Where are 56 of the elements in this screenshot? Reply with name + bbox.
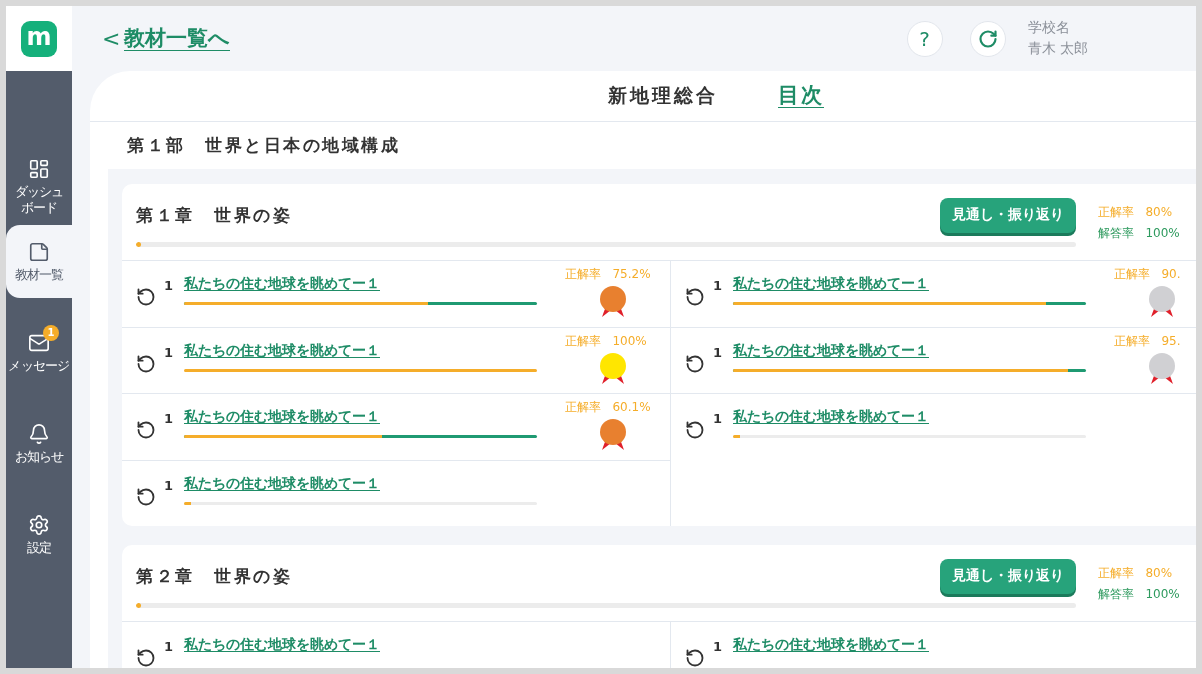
lesson-link[interactable]: 私たちの住む地球を眺めてー１	[184, 636, 380, 654]
lesson-link[interactable]: 私たちの住む地球を眺めてー１	[733, 275, 929, 293]
score-text: 正解率 95.	[1114, 332, 1181, 350]
part-title: 第１部 世界と日本の地域構成	[126, 134, 401, 157]
user-name: 青木 太郎	[1027, 40, 1088, 58]
lesson-number: 1	[164, 411, 175, 427]
lesson-link[interactable]: 私たちの住む地球を眺めてー１	[733, 636, 929, 654]
school-name: 学校名	[1027, 19, 1071, 37]
refresh-icon[interactable]	[136, 420, 156, 440]
lesson-number: 1	[164, 477, 175, 494]
toc-link[interactable]: 目次	[778, 83, 824, 109]
review-button[interactable]: 見通し・振り返り	[940, 558, 1076, 594]
chapter-title: 第１章 世界の姿	[136, 203, 292, 227]
lesson-number: 1	[164, 278, 175, 294]
rate-text: 正解率 80%	[1098, 565, 1174, 582]
rate-text: 解答率 100%	[1098, 225, 1180, 242]
lesson-number: 1	[713, 639, 724, 655]
refresh-icon[interactable]	[136, 648, 156, 668]
refresh-icon[interactable]	[136, 353, 156, 374]
lesson-link[interactable]: 私たちの住む地球を眺めてー１	[733, 341, 929, 360]
refresh-button[interactable]	[969, 20, 1006, 57]
app-logo[interactable]: m	[21, 20, 57, 57]
bell-icon	[28, 422, 50, 445]
rate-text: 正解率 80%	[1098, 204, 1174, 221]
lesson-link[interactable]: 私たちの住む地球を眺めてー１	[184, 275, 380, 293]
refresh-icon[interactable]	[136, 486, 156, 507]
notification-badge: 1	[43, 324, 59, 341]
lesson-number: 1	[713, 278, 724, 294]
score-text: 正解率 100%	[565, 332, 647, 350]
lesson-number: 1	[164, 639, 175, 655]
score-text: 正解率 90.	[1114, 266, 1181, 283]
lesson-number: 1	[713, 411, 724, 427]
score-text: 正解率 75.2%	[565, 266, 651, 283]
rate-text: 解答率 100%	[1098, 586, 1180, 603]
refresh-icon[interactable]	[136, 287, 156, 307]
refresh-icon[interactable]	[685, 420, 705, 440]
refresh-icon	[977, 28, 998, 49]
sidebar-item[interactable]: 教材一覧	[6, 225, 72, 298]
refresh-icon[interactable]	[685, 353, 705, 374]
chapter-title: 第２章 世界の姿	[136, 564, 292, 588]
lesson-link[interactable]: 私たちの住む地球を眺めてー１	[184, 408, 380, 426]
subject-title: 新地理総合	[608, 83, 718, 108]
settings-icon	[28, 513, 50, 536]
note-icon	[28, 240, 50, 263]
refresh-icon[interactable]	[685, 648, 705, 668]
back-link[interactable]: < 教材一覧へ	[102, 25, 231, 52]
lesson-link[interactable]: 私たちの住む地球を眺めてー１	[184, 474, 380, 493]
lesson-link[interactable]: 私たちの住む地球を眺めてー１	[184, 341, 380, 360]
help-button[interactable]: ?	[906, 20, 943, 57]
refresh-icon[interactable]	[685, 287, 705, 307]
review-button[interactable]: 見通し・振り返り	[940, 197, 1076, 233]
lesson-number: 1	[713, 344, 724, 361]
lesson-link[interactable]: 私たちの住む地球を眺めてー１	[733, 408, 929, 426]
score-text: 正解率 60.1%	[565, 399, 651, 416]
lesson-number: 1	[164, 344, 175, 361]
dashboard-icon	[28, 157, 50, 180]
